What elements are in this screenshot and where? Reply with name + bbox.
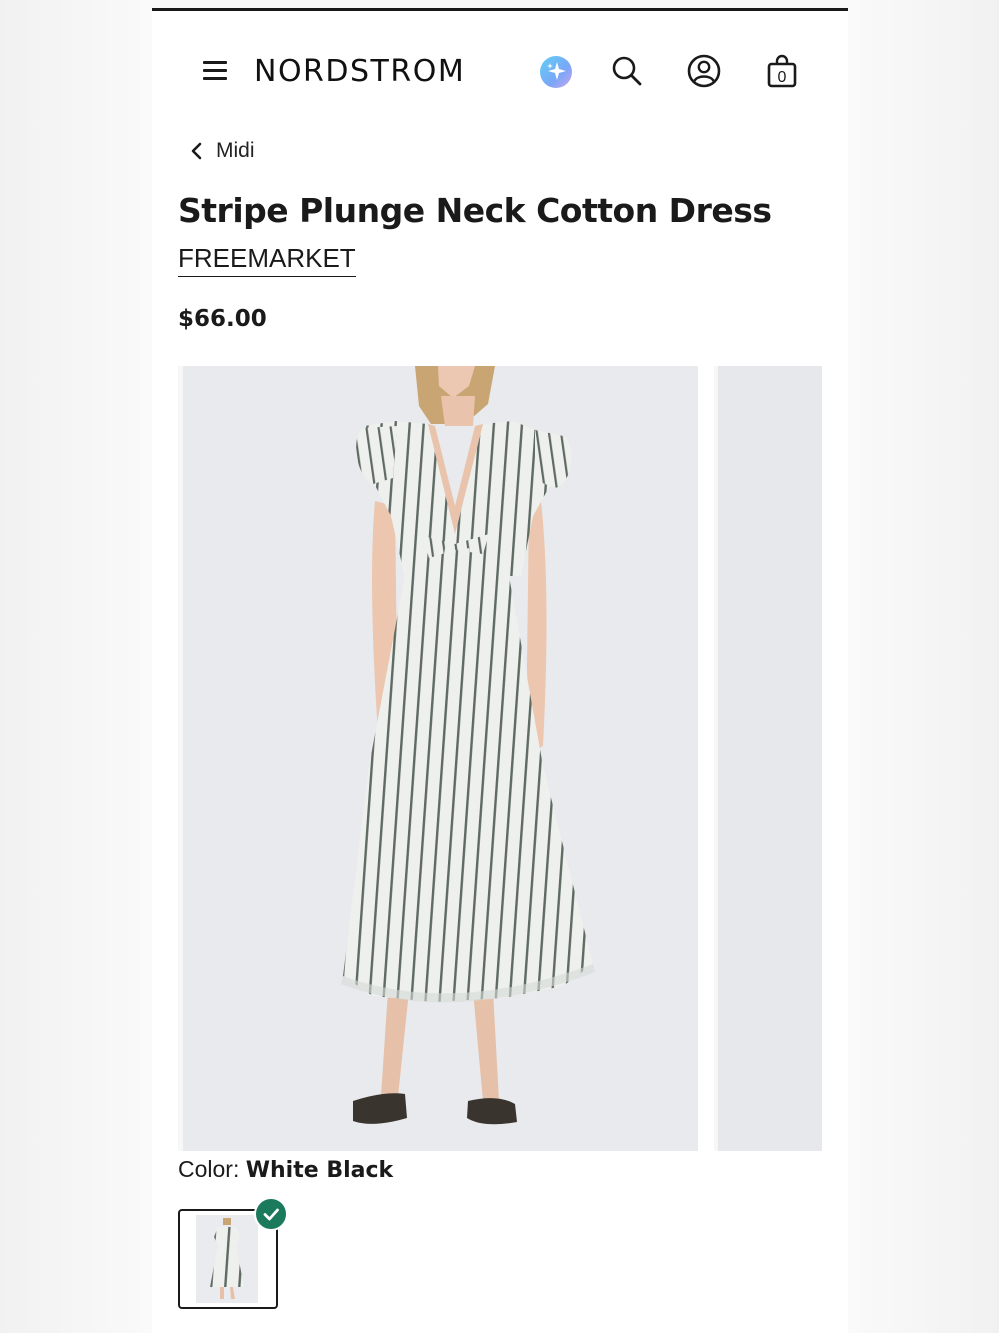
- search-icon[interactable]: [609, 53, 645, 89]
- product-price: $66.00: [178, 306, 267, 332]
- menu-icon[interactable]: [200, 56, 230, 84]
- selected-check-icon: [254, 1197, 288, 1231]
- breadcrumb-back-link[interactable]: Midi: [186, 136, 255, 166]
- brand-link[interactable]: FREEMARKET: [178, 243, 356, 277]
- ai-sparkle-icon[interactable]: [538, 54, 574, 90]
- bag-count: 0: [778, 69, 787, 86]
- site-header: NORDSTROM 0: [152, 11, 848, 121]
- product-image-main[interactable]: [178, 366, 698, 1151]
- product-page: NORDSTROM 0 Midi Stripe Plunge Neck Cott…: [152, 8, 848, 1333]
- product-image-next[interactable]: [714, 366, 822, 1151]
- chevron-left-icon: [191, 142, 202, 160]
- product-title: Stripe Plunge Neck Cotton Dress: [178, 191, 772, 230]
- swatch-thumbnail: [196, 1215, 258, 1303]
- color-label: Color:: [178, 1156, 240, 1182]
- account-icon[interactable]: [686, 53, 722, 89]
- color-label-line: Color: White Black: [178, 1156, 393, 1183]
- breadcrumb-label: Midi: [216, 139, 255, 162]
- product-image-gallery[interactable]: [178, 366, 822, 1151]
- shopping-bag-icon[interactable]: 0: [764, 53, 800, 89]
- nordstrom-logo[interactable]: NORDSTROM: [254, 54, 465, 89]
- color-selected-value: White Black: [245, 1158, 394, 1183]
